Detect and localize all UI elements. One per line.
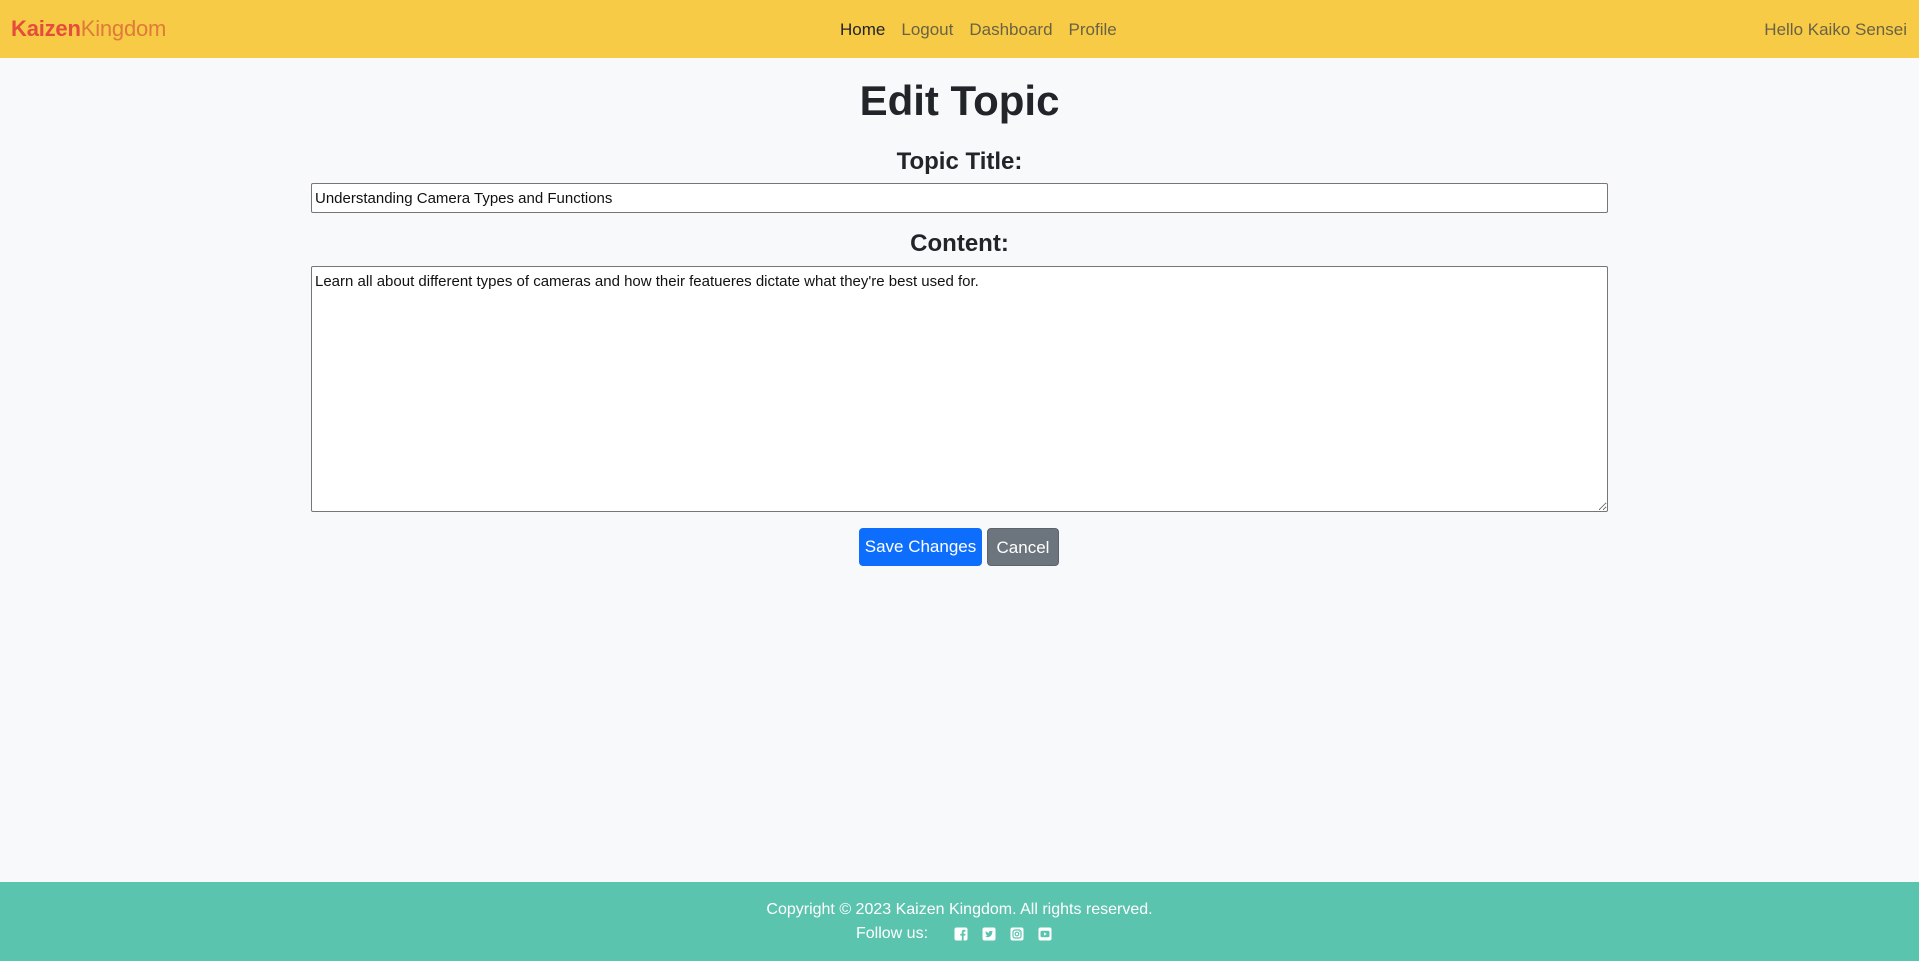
nav-link-profile[interactable]: Profile [1069, 19, 1117, 40]
nav-link-home[interactable]: Home [840, 19, 885, 40]
nav-link-dashboard[interactable]: Dashboard [969, 19, 1052, 40]
twitter-icon[interactable] [982, 927, 996, 941]
facebook-icon[interactable] [954, 927, 968, 941]
topic-title-label: Topic Title: [896, 148, 1023, 175]
content-label: Content: [910, 230, 1009, 257]
content-textarea[interactable]: Learn all about different types of camer… [311, 266, 1608, 512]
navbar: KaizenKingdom Home Logout Dashboard Prof… [0, 0, 1919, 58]
instagram-icon[interactable] [1010, 927, 1024, 941]
nav-link-logout[interactable]: Logout [901, 19, 953, 40]
brand-name-part2: Kingdom [80, 16, 167, 41]
page-title: Edit Topic [859, 77, 1060, 124]
follow-us-label: Follow us: [855, 925, 929, 942]
topic-title-input[interactable] [311, 183, 1608, 213]
nav-links: Home Logout Dashboard Profile [840, 19, 1117, 40]
user-greeting: Hello Kaiko Sensei [1764, 20, 1907, 39]
brand-name-part1: Kaizen [11, 16, 81, 41]
youtube-icon[interactable] [1038, 927, 1052, 941]
copyright-text: Copyright © 2023 Kaizen Kingdom. All rig… [766, 901, 1153, 918]
follow-us: Follow us: [0, 924, 1919, 944]
footer: Copyright © 2023 Kaizen Kingdom. All rig… [0, 882, 1919, 961]
cancel-button[interactable]: Cancel [987, 528, 1059, 566]
brand-logo[interactable]: KaizenKingdom [11, 16, 166, 42]
save-changes-button[interactable]: Save Changes [859, 528, 982, 566]
